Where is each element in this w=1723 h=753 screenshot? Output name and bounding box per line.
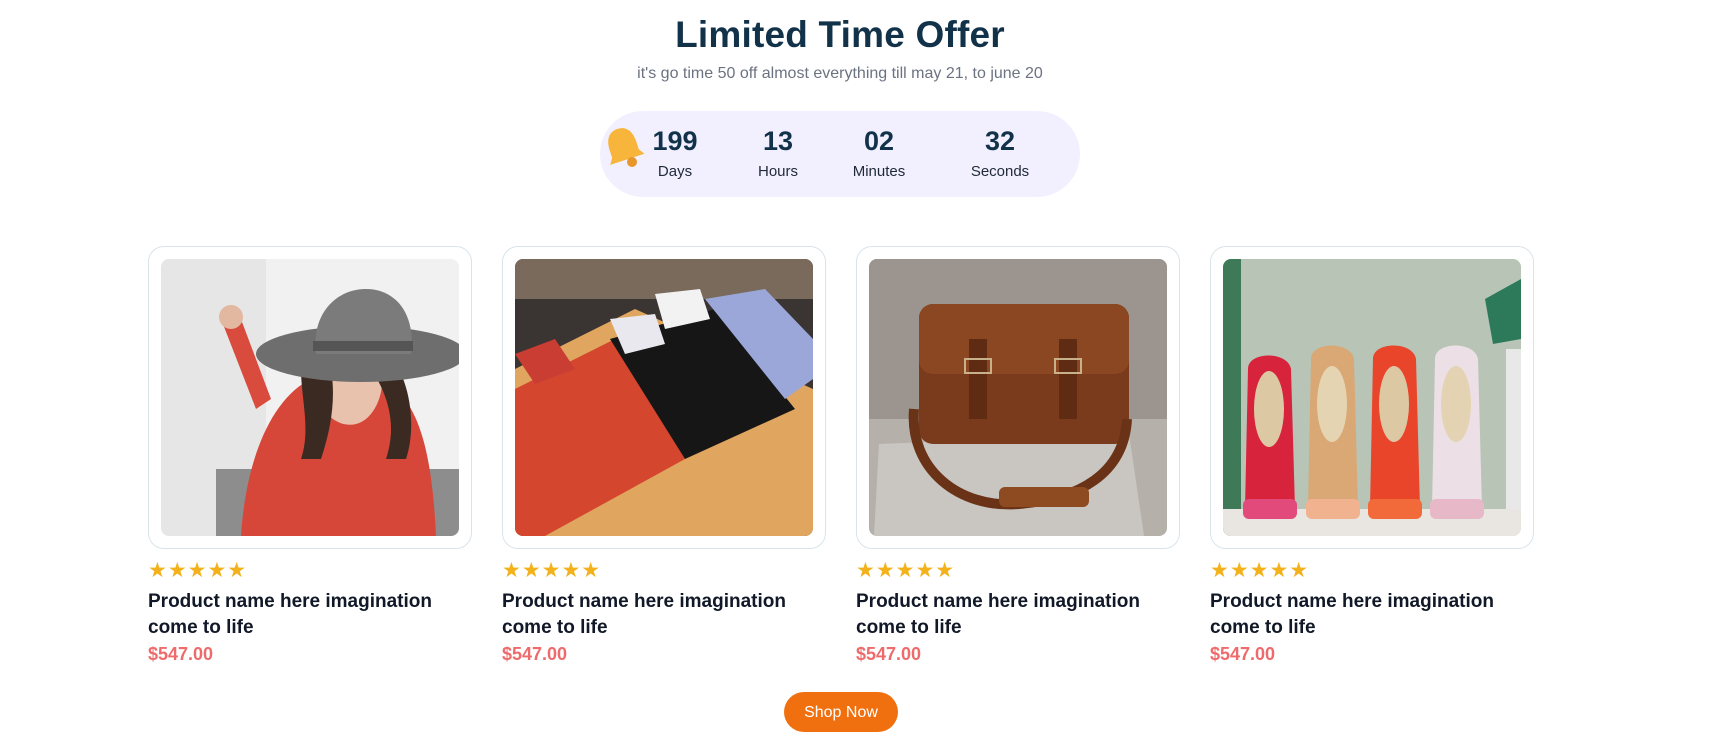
product-image-frame[interactable] [502,246,826,549]
countdown-seconds: 32 Seconds [960,125,1040,180]
countdown-hours: 13 Hours [748,125,808,180]
countdown-minutes: 02 Minutes [849,125,909,180]
folded-shirts-photo[interactable] [515,259,813,536]
bell-icon [608,128,645,167]
countdown-hours-value: 13 [762,126,794,156]
rating-stars: ★★★★★ [148,559,248,582]
product-price: $547.00 [856,644,922,664]
product-name[interactable]: Product name here imagination come to li… [502,589,802,641]
rating-stars: ★★★★★ [1210,559,1310,582]
countdown-minutes-value: 02 [863,126,895,156]
product-name[interactable]: Product name here imagination come to li… [1210,589,1510,641]
countdown-minutes-label: Minutes [852,163,906,180]
product-name[interactable]: Product name here imagination come to li… [856,589,1156,641]
leather-bag-photo[interactable] [869,259,1167,536]
offer-subtitle: it's go time 50 off almost everything ti… [637,65,1043,82]
countdown-seconds-value: 32 [984,126,1016,156]
product-name[interactable]: Product name here imagination come to li… [148,589,448,641]
product-card[interactable]: ★★★★★ Product name here imagination come… [148,246,472,667]
countdown-hours-label: Hours [757,163,798,180]
shop-now-button[interactable]: Shop Now [784,692,898,732]
product-card[interactable]: ★★★★★ Product name here imagination come… [502,246,826,667]
offer-title: Limited Time Offer [675,14,1005,55]
product-price: $547.00 [1210,644,1276,664]
product-price: $547.00 [148,644,214,664]
product-image-frame[interactable] [148,246,472,549]
countdown-days: 199 Days [645,125,705,180]
countdown-timer: 199 Days 13 Hours 02 Minutes 32 Seconds [600,111,1080,197]
product-image-frame[interactable] [1210,246,1534,549]
shoes-photo[interactable] [1223,259,1521,536]
product-card[interactable]: ★★★★★ Product name here imagination come… [856,246,1180,667]
countdown-days-label: Days [657,163,693,180]
product-card[interactable]: ★★★★★ Product name here imagination come… [1210,246,1534,667]
countdown-days-value: 199 [652,126,698,156]
countdown-seconds-label: Seconds [970,163,1030,180]
woman-in-hat-photo[interactable] [161,259,459,536]
product-price: $547.00 [502,644,568,664]
rating-stars: ★★★★★ [856,559,956,582]
product-image-frame[interactable] [856,246,1180,549]
rating-stars: ★★★★★ [502,559,602,582]
